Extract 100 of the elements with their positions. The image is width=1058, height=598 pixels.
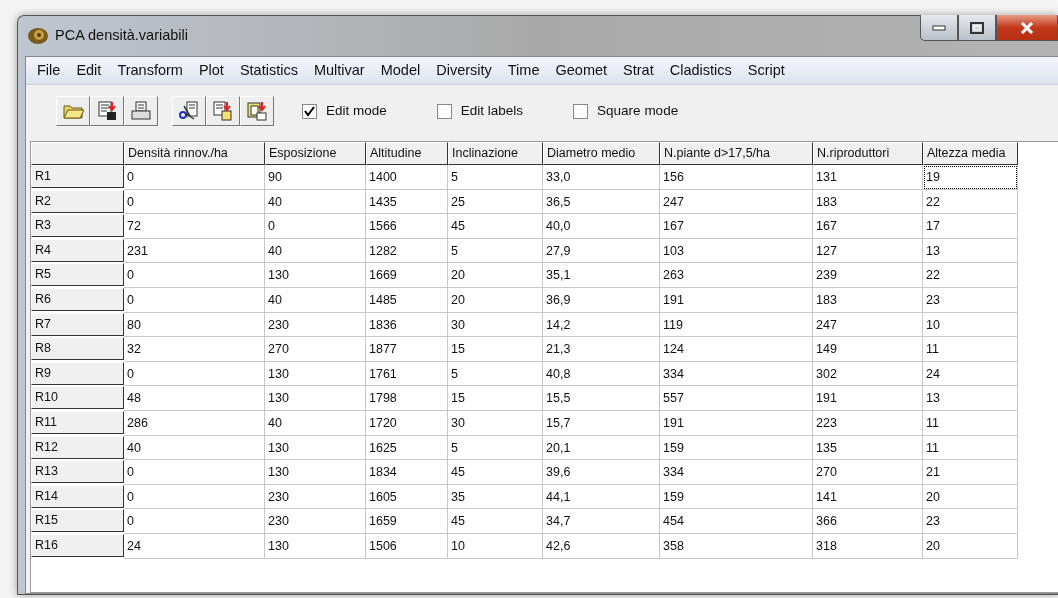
table-cell[interactable]: 0 [124, 460, 265, 485]
table-cell[interactable]: 130 [265, 361, 366, 387]
table-cell[interactable]: 1400 [366, 165, 448, 190]
table-cell[interactable]: 191 [813, 386, 923, 411]
table-cell[interactable]: 0 [124, 484, 265, 510]
table-cell[interactable]: 45 [448, 214, 543, 239]
table-cell[interactable]: 11 [923, 337, 1018, 362]
table-cell[interactable]: 27,9 [543, 238, 660, 264]
table-cell[interactable]: 557 [660, 386, 813, 411]
row-header[interactable]: R7 [31, 312, 124, 336]
table-cell[interactable]: 24 [124, 533, 265, 559]
menu-item[interactable]: Model [373, 59, 430, 82]
table-cell[interactable]: 30 [448, 410, 543, 436]
table-cell[interactable]: 167 [813, 214, 923, 239]
table-cell[interactable]: 42,6 [543, 533, 660, 559]
table-cell[interactable]: 30 [448, 312, 543, 338]
row-header[interactable]: R12 [31, 435, 124, 459]
table-cell[interactable]: 22 [923, 189, 1018, 215]
table-cell[interactable]: 247 [660, 189, 813, 215]
menu-item[interactable]: Plot [191, 59, 233, 82]
table-cell[interactable]: 5 [448, 361, 543, 387]
table-cell[interactable]: 40 [265, 410, 366, 436]
column-header[interactable]: Esposizione [265, 142, 366, 165]
table-cell[interactable]: 5 [448, 238, 543, 264]
table-cell[interactable]: 90 [265, 165, 366, 190]
table-cell[interactable]: 15 [448, 386, 543, 411]
table-cell[interactable]: 231 [124, 238, 265, 264]
table-cell[interactable]: 36,9 [543, 287, 660, 313]
table-cell[interactable]: 334 [660, 460, 813, 485]
table-cell[interactable]: 230 [265, 509, 366, 534]
column-header[interactable]: Altezza media [923, 142, 1018, 165]
table-cell[interactable]: 24 [923, 361, 1018, 387]
table-cell[interactable]: 183 [813, 189, 923, 215]
table-cell[interactable]: 15,7 [543, 410, 660, 436]
table-cell[interactable]: 1798 [366, 386, 448, 411]
table-cell[interactable]: 40,8 [543, 361, 660, 387]
table-cell[interactable]: 20 [448, 263, 543, 288]
table-cell[interactable]: 1761 [366, 361, 448, 387]
table-cell[interactable]: 1605 [366, 484, 448, 510]
table-cell[interactable]: 40 [124, 435, 265, 461]
table-cell[interactable]: 25 [448, 189, 543, 215]
row-header[interactable]: R8 [31, 337, 124, 361]
column-header[interactable]: N.riproduttori [813, 142, 923, 165]
menu-item[interactable]: File [30, 59, 70, 82]
table-cell[interactable]: 130 [265, 435, 366, 461]
table-cell[interactable]: 366 [813, 509, 923, 534]
table-cell[interactable]: 35,1 [543, 263, 660, 288]
menu-item[interactable]: Multivar [306, 59, 374, 82]
table-cell[interactable]: 130 [265, 263, 366, 288]
table-cell[interactable]: 159 [660, 484, 813, 510]
table-cell[interactable]: 247 [813, 312, 923, 338]
table-cell[interactable]: 127 [813, 238, 923, 264]
menu-item[interactable]: Geomet [548, 59, 617, 82]
table-cell[interactable]: 130 [265, 386, 366, 411]
row-header[interactable]: R6 [31, 287, 124, 311]
table-cell[interactable]: 318 [813, 533, 923, 559]
table-cell[interactable]: 0 [124, 189, 265, 215]
table-cell[interactable]: 124 [660, 337, 813, 362]
table-cell[interactable]: 130 [265, 460, 366, 485]
table-cell[interactable]: 0 [124, 361, 265, 387]
row-header[interactable]: R16 [31, 533, 124, 557]
table-cell[interactable]: 19 [923, 165, 1018, 190]
table-cell[interactable]: 20 [448, 287, 543, 313]
table-cell[interactable]: 1720 [366, 410, 448, 436]
table-cell[interactable]: 454 [660, 509, 813, 534]
toolbar-button[interactable] [172, 96, 206, 126]
table-cell[interactable]: 159 [660, 435, 813, 461]
row-header[interactable]: R13 [31, 460, 124, 484]
table-cell[interactable]: 23 [923, 509, 1018, 534]
table-cell[interactable]: 103 [660, 238, 813, 264]
menu-item[interactable]: Script [740, 59, 794, 82]
table-cell[interactable]: 263 [660, 263, 813, 288]
menu-item[interactable]: Strat [616, 59, 663, 82]
table-cell[interactable]: 131 [813, 165, 923, 190]
row-header[interactable]: R11 [31, 410, 124, 434]
table-cell[interactable]: 23 [923, 287, 1018, 313]
column-header[interactable]: Inclinazione [448, 142, 543, 165]
table-cell[interactable]: 0 [265, 214, 366, 239]
checkbox[interactable] [573, 103, 589, 119]
table-cell[interactable]: 40 [265, 287, 366, 313]
table-cell[interactable]: 0 [124, 287, 265, 313]
table-cell[interactable]: 183 [813, 287, 923, 313]
table-cell[interactable]: 80 [124, 312, 265, 338]
table-cell[interactable]: 0 [124, 263, 265, 288]
table-cell[interactable]: 34,7 [543, 509, 660, 534]
table-cell[interactable]: 230 [265, 484, 366, 510]
table-cell[interactable]: 270 [265, 337, 366, 362]
table-cell[interactable]: 1836 [366, 312, 448, 338]
table-cell[interactable]: 21 [923, 460, 1018, 485]
row-header[interactable]: R9 [31, 361, 124, 385]
table-cell[interactable]: 39,6 [543, 460, 660, 485]
table-cell[interactable]: 40 [265, 189, 366, 215]
row-header[interactable]: R10 [31, 386, 124, 410]
table-cell[interactable]: 119 [660, 312, 813, 338]
table-cell[interactable]: 270 [813, 460, 923, 485]
table-cell[interactable]: 230 [265, 312, 366, 338]
table-cell[interactable]: 135 [813, 435, 923, 461]
table-cell[interactable]: 40 [265, 238, 366, 264]
table-cell[interactable]: 33,0 [543, 165, 660, 190]
table-cell[interactable]: 20 [923, 484, 1018, 510]
